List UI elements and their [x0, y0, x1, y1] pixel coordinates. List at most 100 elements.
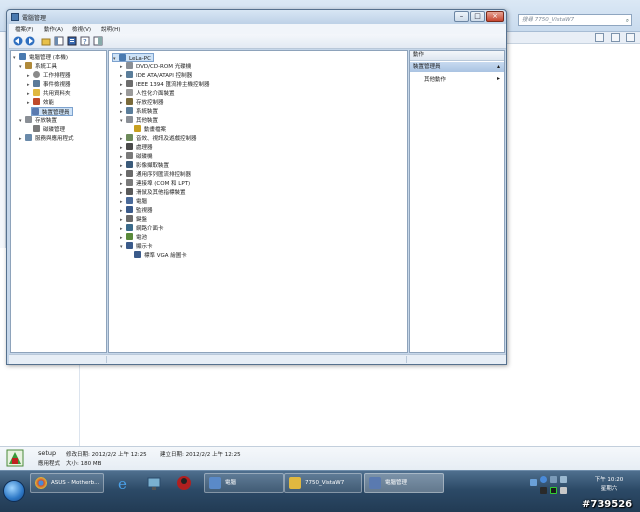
- tray-app-icon[interactable]: [540, 487, 547, 494]
- taskbar-button-computer-management[interactable]: 電腦管理: [364, 473, 444, 493]
- tray-app-icon[interactable]: [550, 487, 557, 494]
- preview-pane-icon[interactable]: [611, 33, 620, 42]
- device-category-icon: [126, 233, 133, 240]
- clock[interactable]: 下午 10:20 星期六: [592, 476, 626, 494]
- device-tree-item[interactable]: ▸ 網路介面卡: [120, 224, 164, 233]
- menu-action[interactable]: 動作(A): [44, 25, 63, 33]
- app-icon: [177, 476, 191, 490]
- device-tree-item[interactable]: ▸ 電腦: [120, 197, 147, 206]
- device-tree-item[interactable]: ▸ 電池: [120, 233, 147, 242]
- menu-bar: 檔案(F) 動作(A) 檢視(V) 說明(H): [9, 24, 506, 34]
- device-category-icon: [126, 143, 133, 150]
- device-tree-item[interactable]: 標準 VGA 繪圖卡: [128, 251, 187, 260]
- volume-icon[interactable]: [560, 476, 567, 483]
- tree-item-services-apps[interactable]: ▸ 服務與應用程式: [19, 134, 74, 143]
- taskbar-button-label: 電腦管理: [385, 480, 408, 486]
- taskbar-button-computer[interactable]: 電腦: [204, 473, 284, 493]
- show-hide-tree-icon[interactable]: [54, 36, 64, 46]
- taskbar-pin-app[interactable]: [174, 473, 194, 493]
- device-tree-item[interactable]: ▸ IDE ATA/ATAPI 控制器: [120, 71, 192, 80]
- show-action-pane-icon[interactable]: [93, 36, 103, 46]
- device-tree-item[interactable]: ▸ 人性化介面裝置: [120, 89, 175, 98]
- device-tree-item[interactable]: ▸ 音效、視訊及遊戲控制器: [120, 134, 197, 143]
- tree-item-system-tools[interactable]: ▾ 系統工具: [19, 62, 57, 71]
- details-pane: setup 修改日期: 2012/2/2 上午 12:25 建立日期: 2012…: [0, 446, 640, 470]
- help-icon[interactable]: [626, 33, 635, 42]
- tray-app-icon[interactable]: [540, 476, 547, 483]
- menu-help[interactable]: 說明(H): [101, 25, 120, 33]
- device-tree-item[interactable]: ▾ 顯示卡: [120, 242, 153, 251]
- properties-icon[interactable]: [67, 36, 77, 46]
- computer-icon: [209, 477, 221, 489]
- device-tree-item[interactable]: ▸ 影像擷取裝置: [120, 161, 169, 170]
- device-tree-item[interactable]: ▸ DVD/CD-ROM 光碟機: [120, 62, 191, 71]
- device-category-icon: [126, 98, 133, 105]
- device-tree-item[interactable]: ▸ 通用序列匯流排控制器: [120, 170, 191, 179]
- taskbar-button-label: ASUS - Motherb...: [51, 480, 100, 486]
- network-tray-icon[interactable]: [550, 476, 557, 483]
- tree-item-shared-folders[interactable]: ▸ 共用資料夾: [27, 89, 71, 98]
- help-icon[interactable]: ?: [80, 36, 90, 46]
- view-options-icon[interactable]: [595, 33, 604, 42]
- taskbar-pin-network[interactable]: [144, 473, 164, 493]
- title-bar[interactable]: 電腦管理 – □ ×: [7, 10, 506, 24]
- search-icon[interactable]: ⌕: [626, 16, 629, 26]
- tray-app-icon[interactable]: [560, 487, 567, 494]
- menu-file[interactable]: 檔案(F): [15, 25, 33, 33]
- device-tree-item[interactable]: ▸ 存放控制器: [120, 98, 164, 107]
- device-tree-item[interactable]: ▸ 監視器: [120, 206, 153, 215]
- tree-item-event-viewer[interactable]: ▸ 事件檢視器: [27, 80, 71, 89]
- setup-file-icon: [6, 449, 24, 467]
- forward-arrow-icon[interactable]: [25, 36, 35, 46]
- back-arrow-icon[interactable]: [13, 36, 23, 46]
- tree-item-label: 磁碟管理: [43, 127, 66, 133]
- device-tree-item[interactable]: ▸ 磁碟機: [120, 152, 153, 161]
- device-tree-item[interactable]: ▸ 滑鼠及其他指標裝置: [120, 188, 186, 197]
- device-tree-item[interactable]: ▸ 鍵盤: [120, 215, 147, 224]
- maximize-button[interactable]: □: [470, 11, 485, 22]
- device-tree-label: 標準 VGA 繪圖卡: [144, 253, 187, 259]
- device-tree-item[interactable]: ▾ LeLa-PC: [112, 53, 154, 62]
- minimize-button[interactable]: –: [454, 11, 469, 22]
- start-button[interactable]: [3, 480, 25, 502]
- computer-icon: [19, 53, 26, 60]
- taskbar-button-folder[interactable]: 7750_VistaW7: [284, 473, 362, 493]
- network-icon: [147, 477, 161, 490]
- device-category-icon: [119, 54, 126, 61]
- tree-item-computer-management[interactable]: ▾ 電腦管理 (本機): [13, 53, 68, 62]
- tree-item-label: 存放裝置: [35, 118, 58, 124]
- close-button[interactable]: ×: [486, 11, 504, 22]
- tree-item-storage[interactable]: ▾ 存放裝置: [19, 116, 57, 125]
- device-tree-label: 人性化介面裝置: [136, 91, 175, 97]
- performance-icon: [33, 98, 40, 105]
- device-tree-item[interactable]: ▾ 其他裝置: [120, 116, 158, 125]
- device-tree-item[interactable]: ▸ 連接埠 (COM 和 LPT): [120, 179, 190, 188]
- device-manager-icon: [32, 108, 39, 115]
- taskbar-button-browser[interactable]: ASUS - Motherb...: [30, 473, 104, 493]
- menu-view[interactable]: 檢視(V): [72, 25, 91, 33]
- collapse-icon[interactable]: ▴: [497, 62, 500, 72]
- tree-item-performance[interactable]: ▸ 效能: [27, 98, 54, 107]
- taskbar-pin-ie[interactable]: e: [114, 473, 134, 493]
- show-hidden-icons-icon[interactable]: [530, 479, 537, 486]
- submenu-arrow-icon[interactable]: ▸: [497, 75, 500, 82]
- search-input[interactable]: 搜尋 7750_VistaW7 ⌕: [518, 14, 632, 26]
- device-tree-item[interactable]: ▸ 處理器: [120, 143, 153, 152]
- device-category-icon: [126, 170, 133, 177]
- device-tree-item[interactable]: ▸ IEEE 1394 匯流排主機控制器: [120, 80, 210, 89]
- device-tree-item[interactable]: ▸ 系統裝置: [120, 107, 158, 116]
- tree-item-device-manager[interactable]: 裝置管理員: [31, 107, 73, 116]
- file-type: 應用程式: [38, 461, 61, 467]
- tree-item-task-scheduler[interactable]: ▸ 工作排程器: [27, 71, 71, 80]
- clock-time: 下午 10:20: [594, 477, 624, 483]
- device-tree-item[interactable]: 動畫檔案: [128, 125, 166, 134]
- more-actions[interactable]: 其他動作: [424, 75, 446, 83]
- svg-text:?: ?: [83, 38, 87, 46]
- actions-section-device-manager[interactable]: 裝置管理員 ▴: [410, 62, 504, 72]
- device-category-icon: [126, 161, 133, 168]
- computer-management-icon: [11, 13, 19, 21]
- folder-up-icon[interactable]: [41, 36, 51, 46]
- file-size: 大小: 180 MB: [66, 461, 102, 467]
- device-category-icon: [134, 251, 141, 258]
- tree-item-disk-management[interactable]: 磁碟管理: [33, 125, 65, 134]
